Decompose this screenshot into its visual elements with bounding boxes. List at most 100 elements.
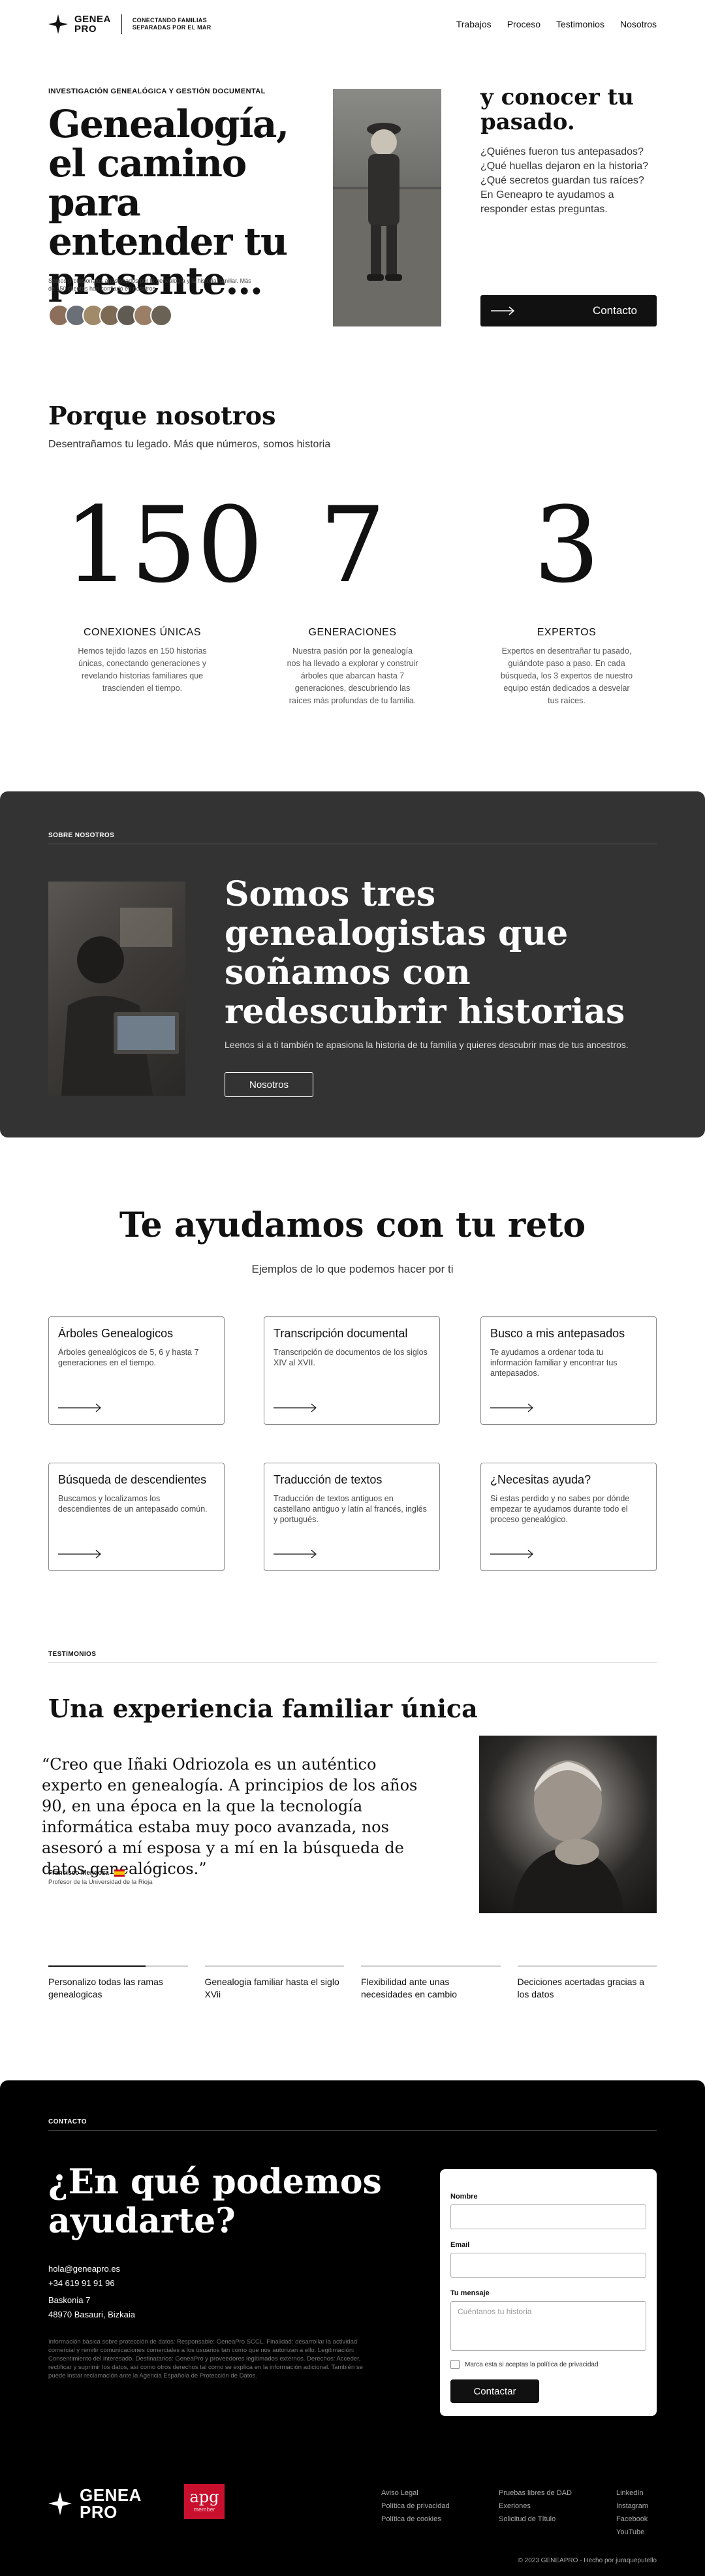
service-card[interactable]: Traducción de textos Traducción de texto… <box>264 1463 440 1571</box>
client-avatars <box>48 304 172 326</box>
testimonial-tab[interactable]: Personalizo todas las ramas genealogicas <box>48 1965 188 2001</box>
contact-address-line2: 48970 Basauri, Bizkaia <box>48 2310 135 2319</box>
testimonial-tab[interactable]: Genealogia familiar hasta el siglo XVii <box>204 1965 344 2001</box>
footer-info-links: Pruebas libres de DAD Exeriones Solicitu… <box>499 2487 572 2526</box>
contact-form: Nombre Email Tu mensaje Cuéntanos tu his… <box>440 2169 657 2416</box>
arrow-right-icon <box>58 1403 101 1412</box>
footer-link[interactable]: Exeriones <box>499 2500 572 2513</box>
contact-email[interactable]: hola@geneapro.es <box>48 2262 135 2276</box>
arrow-right-icon <box>274 1403 317 1412</box>
divider <box>48 1662 657 1663</box>
testimonial-tab[interactable]: Deciciones acertadas gracias a los datos <box>517 1965 657 2001</box>
service-card[interactable]: Transcripción documental Transcripción d… <box>264 1316 440 1425</box>
hero-title: Genealogía, el camino para entender tu p… <box>48 102 289 303</box>
stat-number: 150 <box>64 484 264 606</box>
nav-trabajos[interactable]: Trabajos <box>456 19 492 29</box>
contact-info: hola@geneapro.es +34 619 91 91 96 Baskon… <box>48 2262 135 2322</box>
privacy-legal-text: Información básica sobre protección de d… <box>48 2338 363 2379</box>
email-label: Email <box>450 2241 470 2249</box>
contact-eyebrow: CONTACTO <box>48 2118 87 2125</box>
testimonial-author: Francisco Mendoza <box>48 1869 125 1877</box>
footer-social-links: LinkedIn Instagram Facebook YouTube <box>616 2487 648 2539</box>
arrow-right-icon <box>274 1550 317 1559</box>
child-figure-illustration <box>333 123 441 326</box>
hero-vintage-photo <box>333 89 441 326</box>
testimonials-eyebrow: TESTIMONIOS <box>48 1651 97 1658</box>
footer-legal-links: Aviso Legal Política de privacidad Polít… <box>381 2487 450 2526</box>
stat-description: Hemos tejido lazos en 150 historias únic… <box>78 646 207 693</box>
privacy-consent: Marca esta si aceptas la política de pri… <box>450 2360 646 2369</box>
contact-section: CONTACTO ¿En qué podemos ayudarte? hola@… <box>0 2080 705 2576</box>
facebook-link[interactable]: Facebook <box>616 2513 648 2526</box>
service-card[interactable]: Árboles Genealogicos Árboles genealógico… <box>48 1316 225 1425</box>
submit-button[interactable]: Contactar <box>450 2379 539 2403</box>
logo-wordmark: GENEA PRO <box>74 14 111 35</box>
stat-number: 7 <box>319 484 386 606</box>
hero-eyebrow: INVESTIGACIÓN GENEALÓGICA Y GESTIÓN DOCU… <box>48 87 266 95</box>
person-laptop-illustration <box>61 908 179 1096</box>
linkedin-link[interactable]: LinkedIn <box>616 2487 648 2500</box>
testimonials-title: Una experiencia familiar única <box>48 1694 478 1723</box>
logo-divider <box>121 14 122 34</box>
footer-link[interactable]: Solicitud de Título <box>499 2513 572 2526</box>
footer-link[interactable]: Política de cookies <box>381 2513 450 2526</box>
service-card-desc: Si estas perdido y no sabes por dónde em… <box>490 1494 630 1524</box>
instagram-link[interactable]: Instagram <box>616 2500 648 2513</box>
privacy-checkbox[interactable] <box>450 2360 460 2369</box>
name-input[interactable] <box>450 2204 646 2229</box>
nav-nosotros[interactable]: Nosotros <box>620 19 657 29</box>
stat-label: CONEXIONES ÚNICAS <box>83 627 202 638</box>
message-label: Tu mensaje <box>450 2289 490 2297</box>
stat-experts: 3 EXPERTOS Expertos en desentrañar tu pa… <box>488 490 645 707</box>
footer-link[interactable]: Aviso Legal <box>381 2487 450 2500</box>
name-label: Nombre <box>450 2193 478 2201</box>
why-subtitle: Desentrañamos tu legado. Más que números… <box>48 439 331 450</box>
contact-button-label: Contacto <box>592 304 637 317</box>
services-title: Te ayudamos con tu reto <box>119 1205 586 1245</box>
privacy-consent-label: Marca esta si aceptas la política de pri… <box>465 2361 599 2368</box>
arrow-right-icon <box>490 1550 533 1559</box>
arrow-right-icon <box>491 306 515 315</box>
footer-logo[interactable]: GENEA PRO <box>48 2487 142 2520</box>
logo-star-icon <box>48 2492 72 2515</box>
service-card-desc: Te ayudamos a ordenar toda tu informació… <box>490 1348 618 1378</box>
service-card[interactable]: ¿Necesitas ayuda? Si estas perdido y no … <box>480 1463 657 1571</box>
email-input[interactable] <box>450 2253 646 2278</box>
contact-button[interactable]: Contacto <box>480 295 657 326</box>
service-card[interactable]: Búsqueda de descendientes Buscamos y loc… <box>48 1463 225 1571</box>
service-card[interactable]: Busco a mis antepasados Te ayudamos a or… <box>480 1316 657 1425</box>
stat-label: GENERACIONES <box>308 627 397 638</box>
footer-link[interactable]: Pruebas libres de DAD <box>499 2487 572 2500</box>
logo-tagline: CONECTANDO FAMILIAS SEPARADAS POR EL MAR <box>132 17 212 31</box>
nav-proceso[interactable]: Proceso <box>507 19 540 29</box>
header: GENEA PRO CONECTANDO FAMILIAS SEPARADAS P… <box>48 10 657 38</box>
service-card-title: Búsqueda de descendientes <box>58 1473 207 1486</box>
about-title: Somos tres genealogistas que soñamos con… <box>225 874 625 1032</box>
arrow-right-icon <box>490 1403 533 1412</box>
nav-testimonios[interactable]: Testimonios <box>556 19 604 29</box>
about-text: Leenos si a ti también te apasiona la hi… <box>225 1040 629 1050</box>
hero-side-title: y conocer tu pasado. <box>480 84 634 135</box>
page: GENEA PRO CONECTANDO FAMILIAS SEPARADAS P… <box>0 0 705 2576</box>
footer-link[interactable]: Política de privacidad <box>381 2500 450 2513</box>
logo[interactable]: GENEA PRO CONECTANDO FAMILIAS SEPARADAS P… <box>48 14 224 34</box>
service-card-title: Transcripción documental <box>274 1327 408 1340</box>
hero-side-text: ¿Quiénes fueron tus antepasados? ¿Qué hu… <box>480 146 649 215</box>
spain-flag-icon <box>114 1869 125 1877</box>
contact-phone[interactable]: +34 619 91 91 96 <box>48 2276 135 2291</box>
arrow-right-icon <box>58 1550 101 1559</box>
service-card-desc: Buscamos y localizamos los descendientes… <box>58 1494 208 1514</box>
logo-wordmark: GENEA PRO <box>80 2485 142 2522</box>
service-card-title: Traducción de textos <box>274 1473 383 1486</box>
elderly-man-portrait <box>512 1760 624 1913</box>
stat-label: EXPERTOS <box>537 627 597 638</box>
services-subtitle: Ejemplos de lo que podemos hacer por ti <box>251 1263 454 1275</box>
testimonial-quote: “Creo que Iñaki Odriozola es un auténtic… <box>42 1755 418 1878</box>
stat-connections: 150 CONEXIONES ÚNICAS Hemos tejido lazos… <box>64 484 264 695</box>
youtube-link[interactable]: YouTube <box>616 2526 648 2539</box>
about-button[interactable]: Nosotros <box>225 1072 313 1097</box>
testimonial-tab[interactable]: Flexibilidad ante unas necesidades en ca… <box>361 1965 501 2001</box>
apg-member-badge: apg member <box>184 2484 225 2519</box>
message-textarea[interactable]: Cuéntanos tu historia <box>450 2301 646 2351</box>
service-card-title: Busco a mis antepasados <box>490 1327 625 1340</box>
